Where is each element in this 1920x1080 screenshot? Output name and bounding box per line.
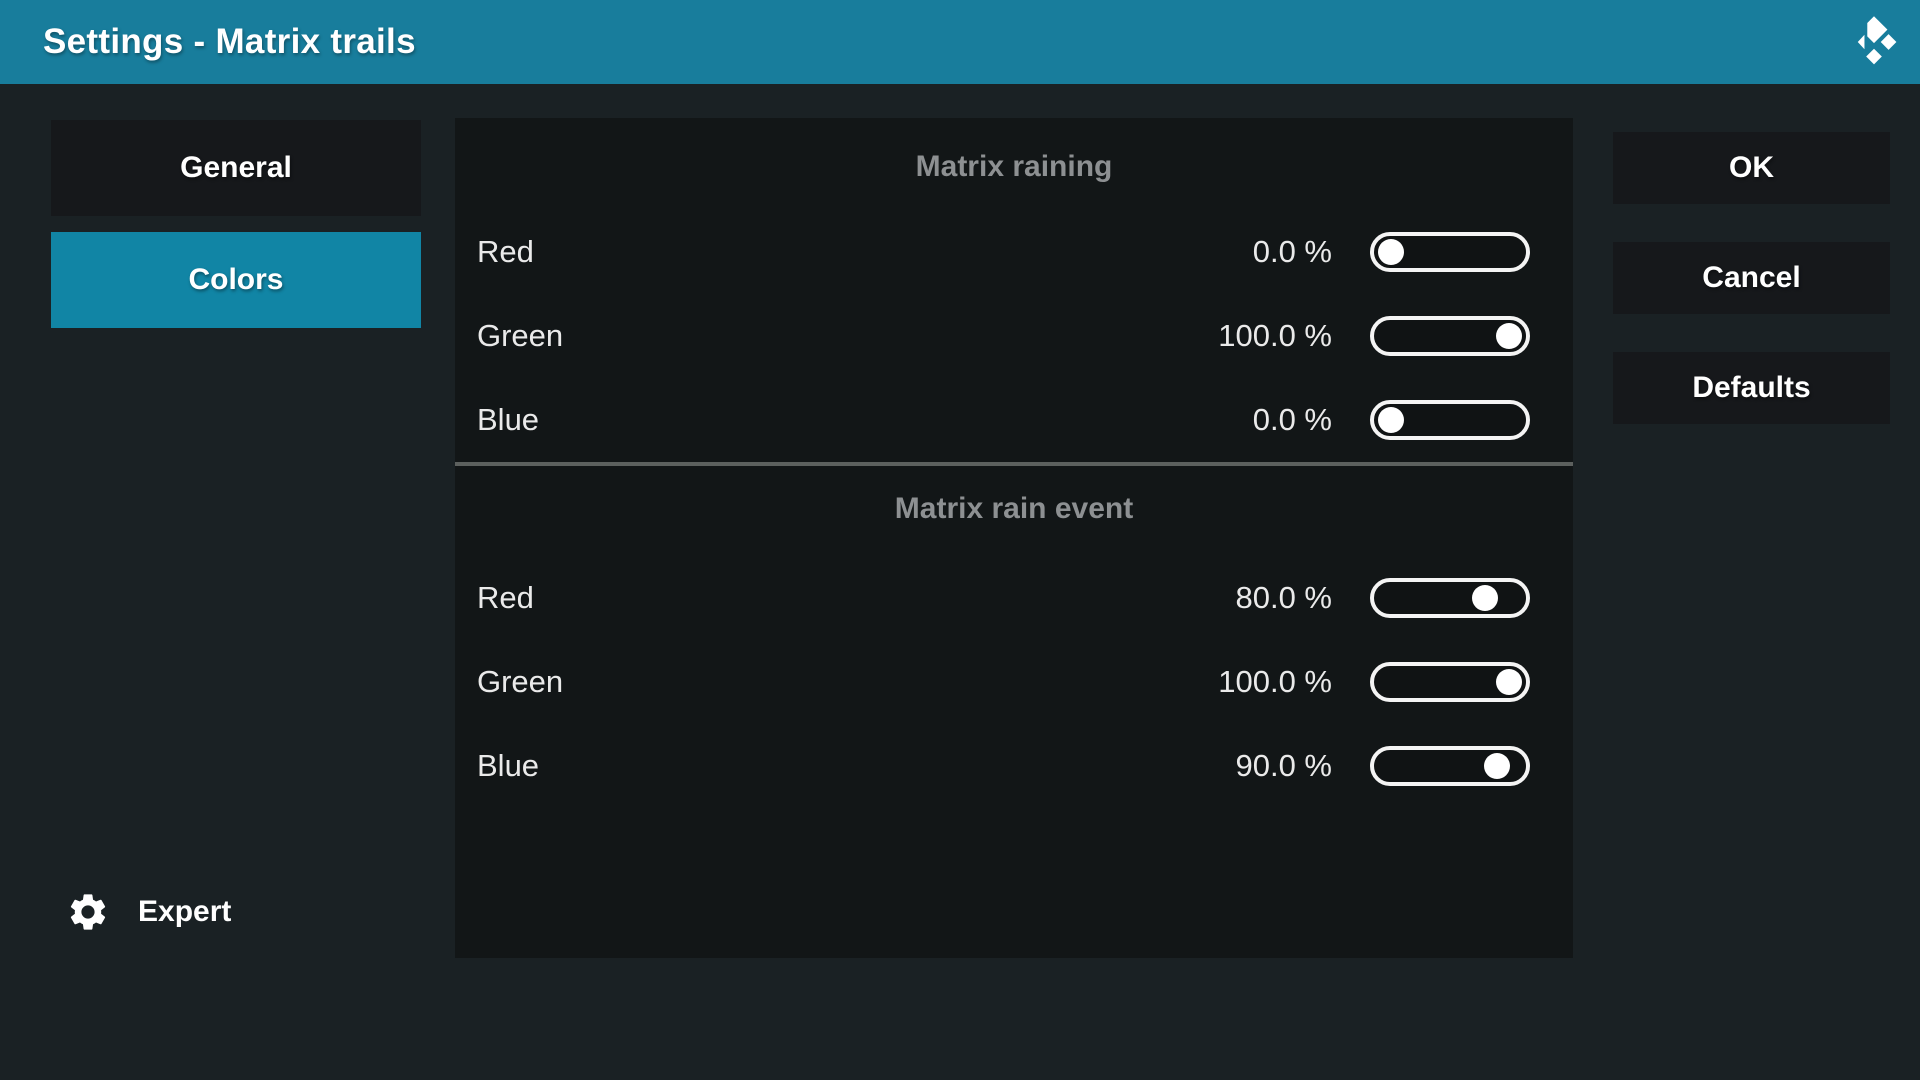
setting-row-red[interactable]: Red 0.0 % [455, 210, 1573, 294]
setting-label: Red [477, 580, 1235, 616]
slider-knob[interactable] [1484, 753, 1510, 779]
settings-level-toggle[interactable]: Expert [66, 886, 231, 938]
slider[interactable] [1370, 316, 1530, 356]
section-title: Matrix raining [455, 136, 1573, 198]
slider[interactable] [1370, 662, 1530, 702]
slider-knob[interactable] [1378, 239, 1404, 265]
gear-icon [66, 890, 110, 934]
cancel-button-label: Cancel [1702, 261, 1800, 295]
slider-knob[interactable] [1496, 323, 1522, 349]
kodi-logo-icon [1843, 14, 1905, 70]
section-title: Matrix rain event [455, 478, 1573, 540]
slider-knob[interactable] [1496, 669, 1522, 695]
defaults-button-label: Defaults [1692, 371, 1810, 405]
slider[interactable] [1370, 746, 1530, 786]
setting-label: Blue [477, 402, 1253, 438]
slider-knob[interactable] [1378, 407, 1404, 433]
setting-value: 0.0 % [1253, 402, 1332, 438]
sidebar-item-colors[interactable]: Colors [51, 232, 421, 328]
slider[interactable] [1370, 400, 1530, 440]
settings-level-label: Expert [138, 895, 231, 929]
sidebar-item-label: General [180, 151, 292, 185]
settings-panel: Matrix raining Red 0.0 % Green 100.0 % B… [455, 118, 1573, 958]
setting-value: 90.0 % [1235, 748, 1332, 784]
setting-value: 80.0 % [1235, 580, 1332, 616]
ok-button[interactable]: OK [1613, 132, 1890, 204]
setting-row-red[interactable]: Red 80.0 % [455, 556, 1573, 640]
setting-value: 100.0 % [1218, 664, 1332, 700]
defaults-button[interactable]: Defaults [1613, 352, 1890, 424]
slider[interactable] [1370, 578, 1530, 618]
slider-knob[interactable] [1472, 585, 1498, 611]
cancel-button[interactable]: Cancel [1613, 242, 1890, 314]
dialog-header: Settings - Matrix trails [0, 0, 1920, 84]
setting-label: Green [477, 664, 1218, 700]
sidebar-item-general[interactable]: General [51, 120, 421, 216]
setting-value: 0.0 % [1253, 234, 1332, 270]
setting-row-green[interactable]: Green 100.0 % [455, 294, 1573, 378]
sidebar-item-label: Colors [188, 263, 283, 297]
setting-row-blue[interactable]: Blue 0.0 % [455, 378, 1573, 462]
ok-button-label: OK [1729, 151, 1774, 185]
setting-row-blue[interactable]: Blue 90.0 % [455, 724, 1573, 808]
setting-label: Red [477, 234, 1253, 270]
setting-value: 100.0 % [1218, 318, 1332, 354]
slider[interactable] [1370, 232, 1530, 272]
section-divider [455, 462, 1573, 466]
setting-label: Blue [477, 748, 1235, 784]
dialog-title: Settings - Matrix trails [43, 22, 416, 62]
setting-row-green[interactable]: Green 100.0 % [455, 640, 1573, 724]
setting-label: Green [477, 318, 1218, 354]
